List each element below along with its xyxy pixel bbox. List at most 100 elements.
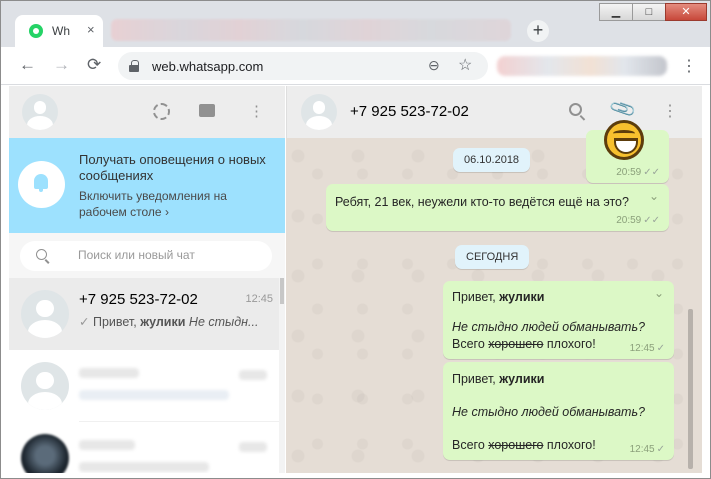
message-italic: Не стыдно людей обманывать?: [452, 320, 645, 334]
message-plain: плохого!: [543, 438, 596, 452]
message-time: 20:59: [616, 215, 642, 226]
zoom-icon[interactable]: ⊖: [428, 57, 440, 74]
chat-preview: ✓ Привет, жулики Не стыдн...: [79, 314, 275, 329]
status-icon[interactable]: [153, 103, 170, 120]
tab-close-icon[interactable]: ×: [87, 22, 95, 37]
message-time: 12:45: [629, 343, 655, 354]
notification-link[interactable]: Включить уведомления на рабочем столе ›: [79, 188, 275, 220]
message-meta: 20:59 ✓✓: [616, 167, 660, 178]
blurred-name: [79, 440, 135, 450]
message-list: 20:59 ✓✓ 06.10.2018 Ребят, 21 век, неужел…: [286, 120, 702, 473]
message-line: Всего хорошего плохого!: [452, 337, 596, 351]
conversation-menu-icon[interactable]: ⋮: [662, 101, 678, 121]
message-line: Всего хорошего плохого!: [452, 438, 596, 452]
notification-subtitle: Включить уведомления на рабочем столе: [79, 189, 227, 219]
greeting-bold: жулики: [499, 372, 545, 386]
contact-avatar: [21, 290, 69, 338]
back-button[interactable]: ←: [19, 55, 36, 75]
message-meta: 20:59 ✓✓: [616, 215, 660, 226]
blurred-tabs: [111, 19, 511, 41]
tab-whatsapp[interactable]: Wh ×: [15, 15, 103, 47]
date-divider: 06.10.2018: [453, 148, 531, 172]
sidebar: ⋮ Получать оповещения о новых сообщениях…: [9, 86, 285, 473]
reload-button[interactable]: ⟳: [87, 55, 101, 75]
contact-avatar: [21, 362, 69, 410]
message-strike: хорошего: [488, 438, 544, 452]
message-meta: 12:45 ✓: [630, 343, 665, 354]
chat-list-item-blurred[interactable]: [9, 350, 279, 422]
greeting-plain: Привет,: [452, 290, 500, 304]
browser-menu-icon[interactable]: ⋮: [681, 56, 697, 76]
message-text[interactable]: Привет, жулики Не стыдно людей обманыват…: [443, 281, 674, 359]
blurred-preview: [79, 462, 209, 472]
double-check-icon: ✓✓: [643, 167, 660, 178]
new-tab-button[interactable]: +: [527, 20, 549, 42]
blurred-preview: [79, 390, 229, 400]
message-emoji[interactable]: 20:59 ✓✓: [586, 120, 669, 183]
bell-shape: [32, 173, 50, 194]
greeting-plain: Привет,: [452, 372, 500, 386]
maximize-button[interactable]: □: [632, 3, 666, 21]
new-chat-icon[interactable]: [199, 104, 215, 117]
forward-button[interactable]: →: [53, 55, 70, 75]
sidebar-header: ⋮: [9, 86, 285, 138]
chevron-right-icon: ›: [164, 205, 169, 219]
sidebar-scroll-thumb[interactable]: [280, 278, 284, 304]
sidebar-menu-icon[interactable]: ⋮: [249, 102, 264, 120]
message-greeting: Привет, жулики: [452, 290, 544, 304]
double-check-icon: ✓✓: [643, 215, 660, 226]
chat-list-item[interactable]: +7 925 523-72-02 12:45 ✓ Привет, жулики …: [9, 278, 279, 350]
check-icon: ✓: [656, 343, 665, 354]
search-box[interactable]: [20, 241, 272, 271]
preview-italic: Не стыдн...: [185, 315, 259, 329]
chat-time: 12:45: [245, 293, 273, 305]
window-controls: ▁ □ ✕: [599, 3, 707, 23]
message-plain: Всего: [452, 337, 489, 351]
my-avatar[interactable]: [22, 94, 58, 130]
sidebar-scrollbar[interactable]: [279, 278, 285, 473]
preview-plain: Привет,: [92, 315, 141, 329]
chevron-down-icon[interactable]: ⌄: [649, 189, 659, 203]
chat-list-item-blurred[interactable]: [9, 422, 279, 473]
conversation-scrollbar[interactable]: [686, 86, 694, 473]
star-icon[interactable]: ☆: [458, 55, 472, 75]
blurred-name: [79, 368, 139, 378]
date-divider: СЕГОДНЯ: [455, 245, 530, 269]
notification-banner[interactable]: Получать оповещения о новых сообщениях В…: [9, 138, 285, 233]
search-input[interactable]: [78, 248, 258, 262]
conversation-scroll-thumb[interactable]: [688, 309, 693, 469]
message-plain: плохого!: [543, 337, 596, 351]
grinning-emoji-icon: [604, 120, 644, 160]
read-check-icon: ✓: [79, 315, 90, 329]
blurred-time: [239, 370, 267, 380]
whatsapp-app: ⋮ Получать оповещения о новых сообщениях…: [9, 86, 702, 473]
message-line: Не стыдно людей обманывать?: [452, 405, 645, 419]
notification-title: Получать оповещения о новых сообщениях: [79, 152, 266, 183]
lock-icon: [129, 60, 139, 72]
address-bar[interactable]: web.whatsapp.com ⊖ ☆: [118, 52, 488, 80]
message-text[interactable]: Привет, жулики Не стыдно людей обманыват…: [443, 362, 674, 460]
message-greeting: Привет, жулики: [452, 372, 544, 386]
message-plain: Всего: [452, 438, 489, 452]
chat-name: +7 925 523-72-02: [79, 291, 198, 308]
blurred-time: [239, 442, 267, 452]
chevron-down-icon[interactable]: ⌄: [654, 286, 664, 300]
contact-name[interactable]: +7 925 523-72-02: [350, 103, 469, 120]
search-bar: [9, 233, 285, 278]
blurred-extensions: [497, 56, 667, 76]
message-line: Не стыдно людей обманывать?: [452, 320, 645, 334]
search-icon[interactable]: [569, 103, 582, 116]
contact-avatar[interactable]: [301, 94, 337, 130]
whatsapp-favicon-icon: [29, 24, 43, 38]
minimize-button[interactable]: ▁: [599, 3, 633, 21]
search-icon: [36, 249, 47, 260]
conversation-pane: +7 925 523-72-02 📎 ⋮ 20:59 ✓✓ 06.10.2018 …: [286, 86, 702, 473]
message-body: Ребят, 21 век, неужели кто-то ведётся ещ…: [335, 195, 629, 209]
tab-title: Wh: [52, 24, 70, 38]
url-text[interactable]: web.whatsapp.com: [152, 59, 263, 74]
message-strike: хорошего: [488, 337, 544, 351]
message-text[interactable]: Ребят, 21 век, неужели кто-то ведётся ещ…: [326, 184, 669, 231]
preview-bold: жулики: [140, 315, 186, 329]
close-button[interactable]: ✕: [665, 3, 707, 21]
message-time: 20:59: [616, 167, 642, 178]
